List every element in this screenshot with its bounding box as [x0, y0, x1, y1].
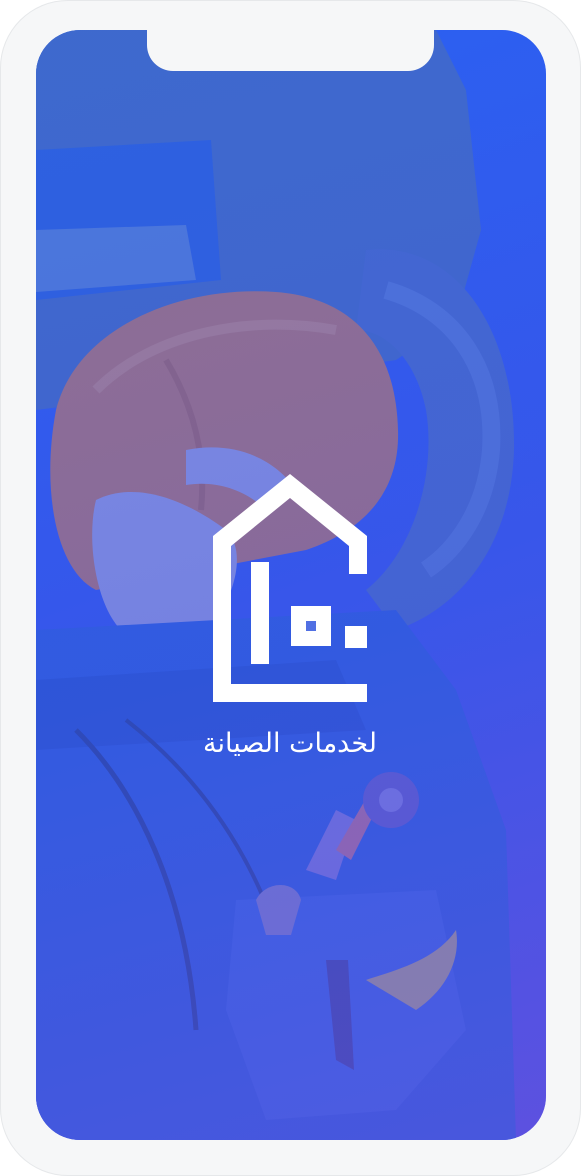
phone-notch: [147, 29, 434, 71]
house-logo-icon: [213, 474, 367, 702]
tagline-text: لخدمات الصيانة: [202, 728, 378, 759]
